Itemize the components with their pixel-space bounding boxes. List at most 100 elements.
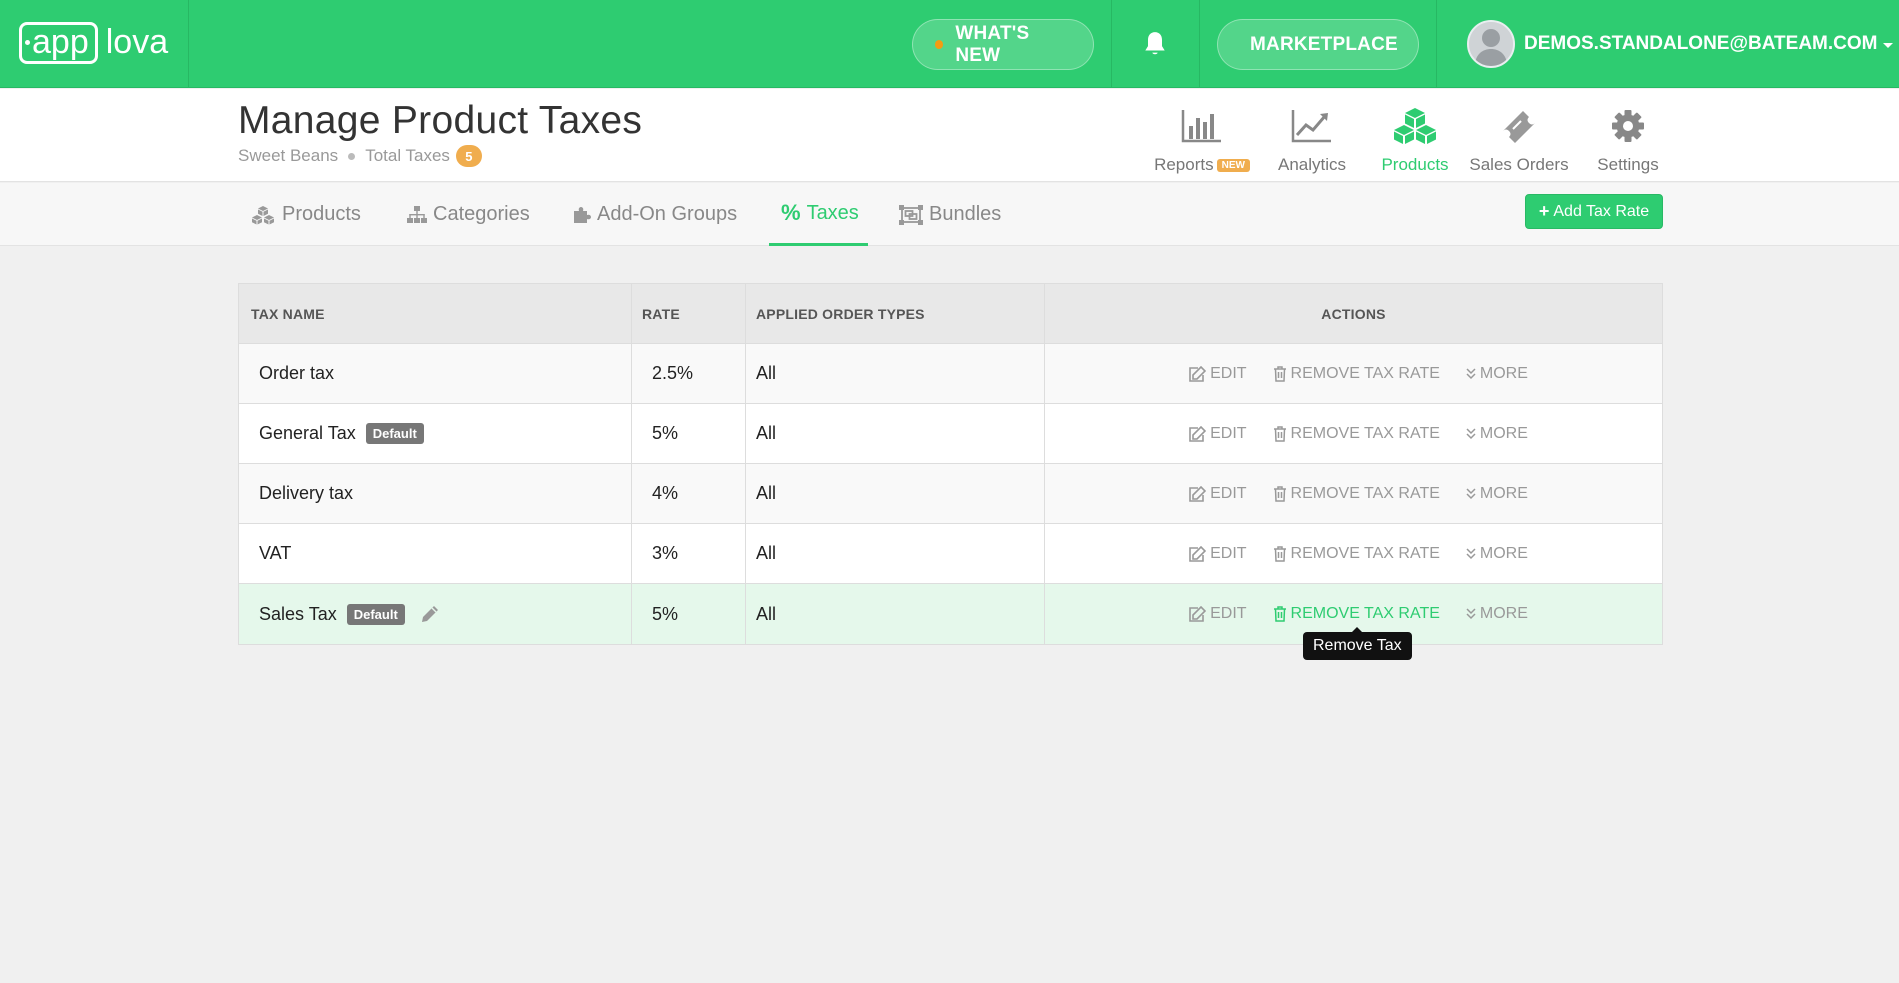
divider — [1111, 0, 1112, 88]
nav-products[interactable]: Products — [1360, 104, 1470, 175]
notification-dot-icon — [935, 40, 944, 49]
cubes-icon — [252, 205, 274, 224]
more-label: MORE — [1479, 484, 1528, 502]
tab-products-label: Products — [282, 203, 361, 225]
edit-label: EDIT — [1210, 364, 1247, 382]
applova-logo[interactable]: app lova — [19, 22, 168, 64]
nav-reports[interactable]: Reports NEW — [1147, 104, 1257, 175]
edit-icon — [1189, 365, 1207, 382]
remove-tax-rate-button[interactable]: REMOVE TAX RATE — [1273, 605, 1440, 623]
tax-rate: 5% — [652, 603, 679, 624]
remove-tax-rate-button[interactable]: REMOVE TAX RATE — [1273, 365, 1440, 383]
ticket-icon — [1503, 111, 1535, 143]
user-email: DEMOS.STANDALONE@BATEAM.COM — [1524, 33, 1878, 54]
remove-tax-rate-button[interactable]: REMOVE TAX RATE — [1273, 485, 1440, 503]
tax-name: General Tax — [259, 423, 356, 443]
tax-order-types: All — [756, 483, 777, 503]
remove-label: REMOVE TAX RATE — [1290, 544, 1440, 562]
pencil-icon[interactable] — [421, 605, 439, 623]
edit-button[interactable]: EDIT — [1189, 545, 1247, 563]
edit-button[interactable]: EDIT — [1189, 364, 1247, 383]
object-group-icon — [899, 204, 923, 225]
more-button[interactable]: MORE — [1466, 425, 1528, 443]
nav-analytics-label: Analytics — [1277, 155, 1347, 174]
sub-navigation: Products Categories Add-On Groups % Taxe… — [0, 183, 1899, 246]
remove-tax-rate-button[interactable]: REMOVE TAX RATE — [1273, 425, 1440, 443]
trash-icon — [1273, 606, 1286, 622]
trash-icon — [1273, 485, 1286, 502]
tax-name: Delivery tax — [259, 483, 354, 503]
tax-name: Sales Tax — [259, 603, 337, 624]
edit-label: EDIT — [1210, 484, 1247, 502]
total-taxes-badge: 5 — [455, 145, 482, 167]
divider — [1436, 0, 1437, 88]
bar-chart-icon — [1181, 110, 1221, 143]
remove-label: REMOVE TAX RATE — [1290, 605, 1440, 622]
tax-order-types: All — [756, 603, 777, 624]
bell-icon[interactable] — [1142, 30, 1168, 58]
edit-button[interactable]: EDIT — [1189, 605, 1247, 623]
remove-label: REMOVE TAX RATE — [1290, 484, 1440, 502]
tax-rate: 4% — [652, 483, 679, 503]
add-tax-rate-button[interactable]: + Add Tax Rate — [1525, 194, 1663, 229]
column-header-tax-name[interactable]: TAX NAME — [239, 284, 632, 343]
table-header: TAX NAME RATE APPLIED ORDER TYPES ACTION… — [239, 284, 1662, 344]
tab-bundles-label: Bundles — [929, 203, 1002, 225]
tab-taxes[interactable]: % Taxes — [769, 183, 868, 246]
tax-order-types: All — [756, 423, 777, 443]
tax-rate: 2.5% — [652, 363, 694, 383]
tab-products[interactable]: Products — [238, 183, 373, 246]
nav-sales-orders[interactable]: Sales Orders — [1464, 104, 1574, 175]
more-button[interactable]: MORE — [1466, 365, 1528, 383]
more-label: MORE — [1479, 605, 1528, 622]
tax-name: Order tax — [259, 363, 335, 383]
remove-tax-rate-button[interactable]: REMOVE TAX RATE — [1273, 545, 1440, 563]
tab-addon-groups[interactable]: Add-On Groups — [561, 183, 749, 246]
edit-icon — [1189, 425, 1207, 442]
nav-settings[interactable]: Settings — [1573, 104, 1683, 175]
tab-bundles[interactable]: Bundles — [887, 183, 1013, 246]
more-label: MORE — [1479, 364, 1528, 382]
tax-order-types: All — [756, 363, 777, 383]
edit-button[interactable]: EDIT — [1189, 484, 1247, 503]
separator-dot — [348, 152, 356, 160]
divider — [1199, 0, 1200, 88]
more-button[interactable]: MORE — [1466, 545, 1528, 563]
add-tax-rate-label: Add Tax Rate — [1553, 202, 1650, 220]
page-header: Manage Product Taxes Sweet Beans Total T… — [0, 89, 1899, 182]
edit-label: EDIT — [1210, 605, 1247, 622]
table-row-hovered: Sales Tax Default 5% All EDIT REMOVE TAX… — [239, 584, 1662, 644]
user-menu[interactable]: DEMOS.STANDALONE@BATEAM.COM — [1467, 20, 1894, 68]
new-badge: NEW — [1216, 159, 1250, 172]
tab-categories-label: Categories — [433, 203, 530, 225]
nav-analytics[interactable]: Analytics — [1257, 104, 1367, 175]
percent-icon: % — [781, 200, 801, 225]
table-row: Delivery tax 4% All EDIT REMOVE TAX RATE… — [239, 464, 1662, 524]
marketplace-button[interactable]: MARKETPLACE — [1217, 19, 1419, 70]
tax-rate: 3% — [652, 543, 679, 563]
nav-settings-label: Settings — [1597, 155, 1659, 174]
tax-rate: 5% — [652, 423, 679, 443]
column-header-order-types[interactable]: APPLIED ORDER TYPES — [746, 284, 1045, 343]
edit-button[interactable]: EDIT — [1189, 425, 1247, 443]
more-label: MORE — [1479, 544, 1528, 562]
more-label: MORE — [1479, 424, 1528, 442]
avatar — [1467, 20, 1515, 68]
taxes-table: TAX NAME RATE APPLIED ORDER TYPES ACTION… — [238, 283, 1663, 645]
trash-icon — [1273, 365, 1286, 382]
tab-addon-groups-label: Add-On Groups — [597, 203, 738, 225]
sitemap-icon — [407, 205, 427, 223]
nav-products-label: Products — [1381, 155, 1449, 174]
column-header-rate[interactable]: RATE — [632, 284, 746, 343]
tab-categories[interactable]: Categories — [395, 183, 542, 246]
remove-label: REMOVE TAX RATE — [1290, 364, 1440, 382]
more-button[interactable]: MORE — [1466, 605, 1528, 623]
tax-order-types: All — [756, 543, 777, 563]
edit-icon — [1189, 606, 1207, 622]
more-button[interactable]: MORE — [1466, 485, 1528, 503]
whats-new-button[interactable]: WHAT'S NEW — [912, 19, 1094, 70]
logo-container: app lova — [0, 0, 189, 88]
table-row: General Tax Default 5% All EDIT REMOVE TA… — [239, 404, 1662, 464]
remove-tax-tooltip: Remove Tax — [1303, 627, 1412, 660]
remove-label: REMOVE TAX RATE — [1290, 424, 1440, 442]
